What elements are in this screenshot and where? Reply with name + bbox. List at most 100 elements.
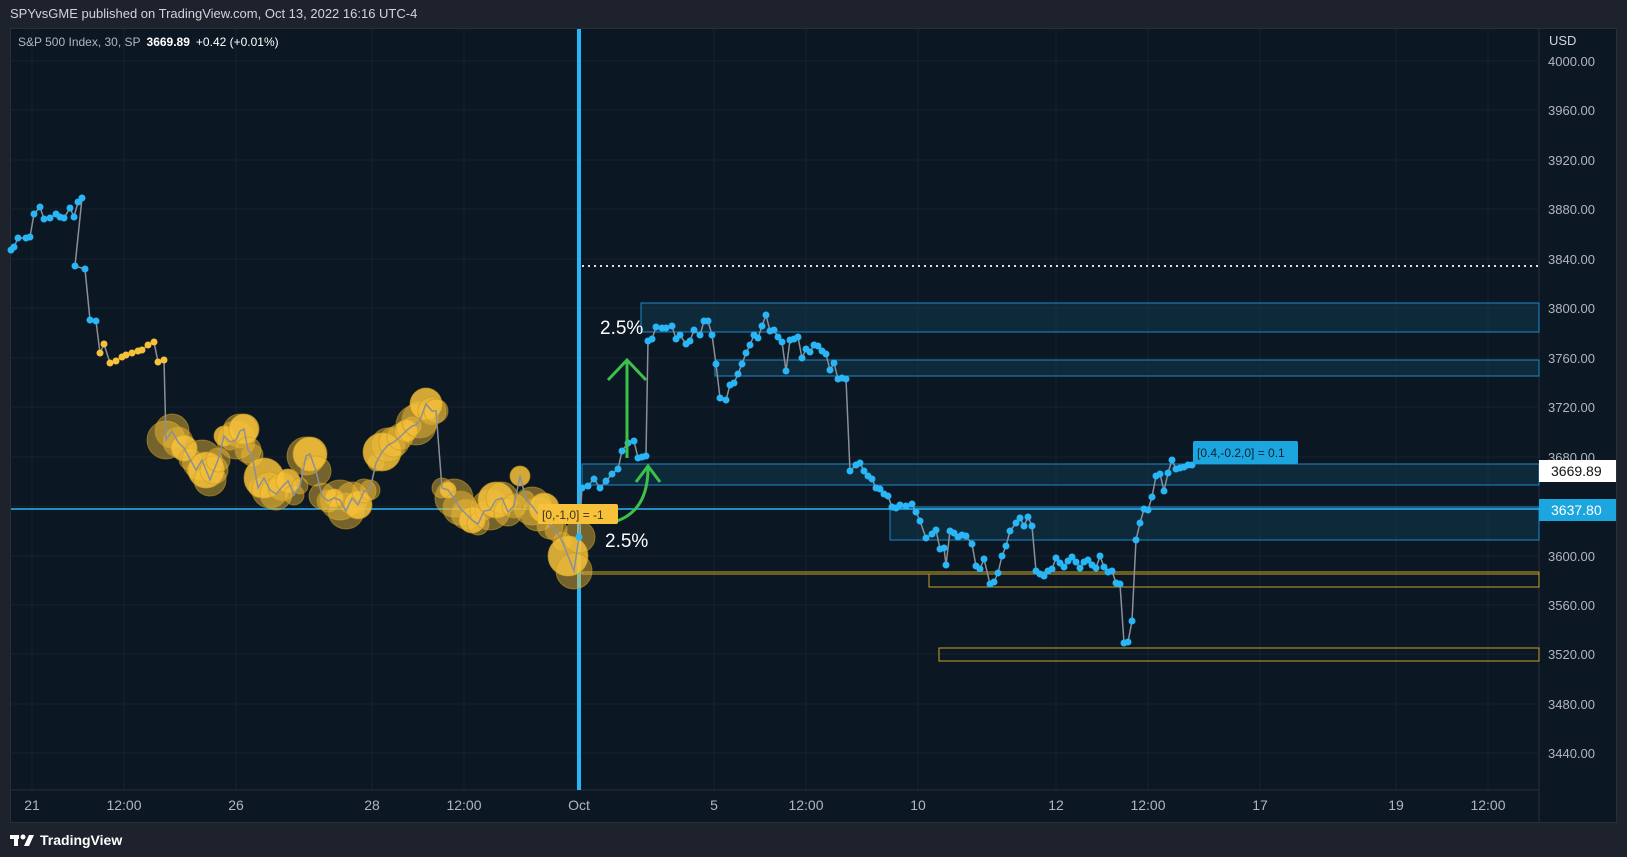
price-dot [1002,542,1010,550]
price-dot [96,349,104,357]
tradingview-logo[interactable]: TradingView [10,832,122,848]
price-dot [618,447,626,455]
price-dot [14,234,22,242]
price-dot [690,326,698,334]
price-dot [100,340,108,348]
price-dot [830,359,838,367]
price-dot [932,526,940,534]
zone-blue-low [889,506,1540,541]
price-dot [846,467,854,475]
price-dot [1124,638,1132,646]
tradingview-logo-icon [10,834,34,846]
price-dot [940,544,948,552]
time-tick-label: 28 [364,797,380,813]
price-dot [708,331,716,339]
crosshair-price-text: 3637.80 [1551,502,1602,518]
right-tag-text: [0.4,-0.2,0] = 0.1 [1197,446,1285,460]
price-dot [1160,487,1168,495]
price-dot [676,331,684,339]
legend-change: +0.42 (+0.01%) [195,35,279,49]
price-tick-label: 3760.00 [1548,351,1595,366]
price-dot [112,357,120,365]
price-dot [590,475,598,483]
price-dot [994,569,1002,577]
price-dot [652,323,660,331]
price-dot [902,502,910,510]
price-dot [980,555,988,563]
price-dot [704,317,712,325]
price-dot [1136,519,1144,527]
time-tick-label: 12:00 [106,797,141,813]
time-tick-label: Oct [568,797,590,813]
brand-name: TradingView [40,832,123,848]
price-dot [856,459,864,467]
price-dot [942,561,950,569]
time-tick-label: 12 [1048,797,1064,813]
price-dot [1024,513,1032,521]
price-dot [798,354,806,362]
symbol-legend[interactable]: S&P 500 Index, 30, SP 3669.89 +0.42 (+0.… [18,35,279,49]
price-dot [60,214,68,222]
price-dot [1076,564,1084,572]
left-tag-text: [0,-1,0] = -1 [542,508,604,522]
price-dot [806,348,814,356]
price-dot [1148,493,1156,501]
price-tick-label: 3880.00 [1548,202,1595,217]
price-dot [668,322,676,330]
time-tick-label: 26 [228,797,244,813]
price-dot [770,326,778,334]
price-axis[interactable]: 4000.00 3960.00 3920.00 3880.00 3840.00 3800.… [1548,54,1595,761]
price-dot [912,508,920,516]
price-tick-label: 3520.00 [1548,647,1595,662]
price-tick-label: 3840.00 [1548,252,1595,267]
price-dot [602,477,610,485]
price-dot [1164,469,1172,477]
price-dot [712,360,720,368]
price-dot [1048,565,1056,573]
price-chart[interactable]: 2.5% 2.5% [0,-1,0] = -1 [0.4,-0.2,0] = 0… [0,0,1627,857]
currency-label[interactable]: USD [1549,33,1576,48]
price-tick-label: 4000.00 [1548,54,1595,69]
price-dot [754,334,762,342]
price-dot [778,338,786,346]
price-dot [596,484,604,492]
price-dot [1060,563,1068,571]
price-dot [1156,470,1164,478]
price-dot [150,338,158,346]
price-dot [584,482,592,490]
time-tick-label: 10 [910,797,926,813]
price-dot [742,349,750,357]
price-dot [642,452,650,460]
price-dot [575,533,583,541]
price-dot [1116,580,1124,588]
symbol-name: S&P 500 Index, 30, SP [18,35,141,49]
price-tick-label: 3920.00 [1548,153,1595,168]
price-dot [826,366,834,374]
zone-blue-mid [714,359,1540,377]
price-dot [160,356,168,364]
price-dot [71,262,79,270]
price-dot [758,322,766,330]
pct-label-top: 2.5% [600,318,643,339]
price-dot [686,337,694,345]
zone-yellow-mid [928,573,1540,588]
price-tick-label: 3560.00 [1548,598,1595,613]
pct-label-bottom: 2.5% [605,531,648,552]
price-dot [738,360,746,368]
price-dot [746,341,754,349]
time-tick-label: 5 [710,797,718,813]
time-axis[interactable]: 21 12:00 26 28 12:00 Oct 5 12:00 10 12 12:00 17 19 12… [24,797,1506,813]
time-tick-label: 17 [1252,797,1268,813]
price-dot [10,243,18,251]
price-dot [782,367,790,375]
price-tick-label: 3960.00 [1548,103,1595,118]
price-tick-label: 3440.00 [1548,746,1595,761]
price-dot [144,341,152,349]
price-dot [92,317,100,325]
price-dot [36,203,44,211]
price-dot [662,324,670,332]
zones [581,302,1540,662]
price-dot [722,396,730,404]
price-dot [822,350,830,358]
price-dot [716,394,724,402]
